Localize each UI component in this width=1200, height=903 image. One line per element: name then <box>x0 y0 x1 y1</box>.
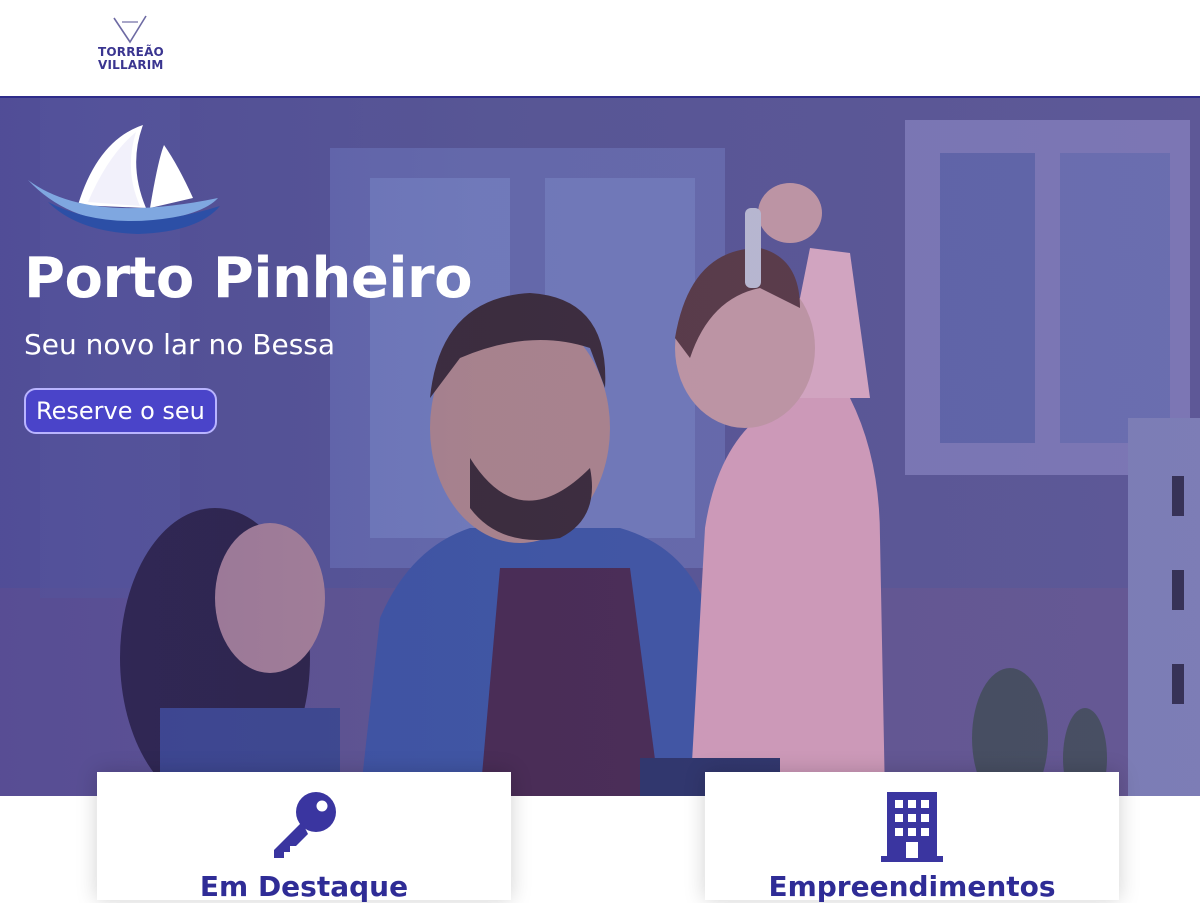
hero-title: Porto Pinheiro <box>24 246 473 311</box>
card-em-destaque[interactable]: Em Destaque <box>97 772 511 903</box>
key-icon <box>274 792 336 858</box>
site-header: TORREÃO VILLARIM <box>0 0 1200 98</box>
building-icon <box>881 792 943 862</box>
hero-subtitle: Seu novo lar no Bessa <box>24 328 336 361</box>
hero-banner: Porto Pinheiro Seu novo lar no Bessa Res… <box>0 98 1200 796</box>
card-label-empreendimentos: Empreendimentos <box>768 870 1056 903</box>
brand-name-line2: VILLARIM <box>98 58 164 72</box>
card-label-em-destaque: Em Destaque <box>199 870 409 903</box>
brand-logo-link[interactable]: TORREÃO VILLARIM <box>98 12 164 84</box>
porto-pinheiro-sailboat-logo <box>28 125 220 234</box>
brand-logo-icon <box>113 15 147 44</box>
card-empreendimentos[interactable]: Empreendimentos <box>705 772 1119 903</box>
reserve-button[interactable]: Reserve o seu <box>24 388 217 434</box>
